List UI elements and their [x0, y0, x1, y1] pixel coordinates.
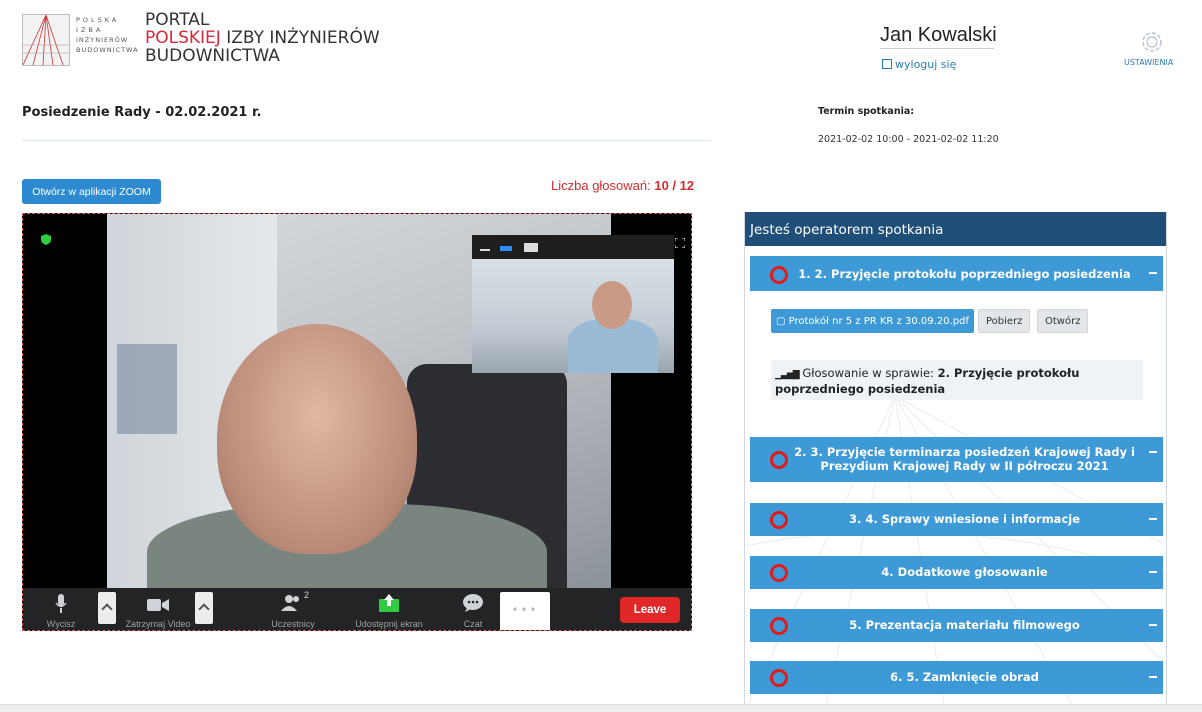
agenda-panel: Jesteś operatorem spotkania 1. 2. Przyję… — [744, 212, 1167, 711]
share-screen-button[interactable]: Udostępnij ekran — [343, 588, 435, 630]
collapse-icon[interactable] — [1149, 676, 1157, 678]
share-screen-icon — [379, 594, 399, 612]
agenda-item-1[interactable]: 1. 2. Przyjęcie protokołu poprzedniego p… — [750, 256, 1163, 291]
user-name: Jan Kowalski — [880, 24, 997, 46]
status-circle-icon — [770, 511, 788, 529]
divider — [22, 140, 711, 141]
logout-link[interactable]: wyloguj się — [882, 58, 956, 71]
user-divider — [880, 48, 994, 49]
camera-icon — [147, 599, 169, 611]
zoom-toolbar: Wycisz Zatrzymaj Video 2 Uczestnicy Udos… — [23, 588, 691, 630]
participants-button[interactable]: 2 Uczestnicy — [259, 588, 327, 630]
agenda-item-3[interactable]: 3. 4. Sprawy wniesione i informacje — [750, 503, 1163, 536]
page-title: Posiedzenie Rady - 02.02.2021 r. — [22, 105, 262, 120]
portal-title: PORTAL POLSKIEJ IZBY INŻYNIERÓW BUDOWNIC… — [145, 10, 380, 66]
settings-link[interactable]: USTAWIENIA — [1124, 58, 1173, 67]
download-button[interactable]: Pobierz — [978, 309, 1031, 333]
open-in-zoom-button[interactable]: Otwórz w aplikacji ZOOM — [22, 179, 161, 204]
fullscreen-icon[interactable] — [674, 233, 686, 249]
status-circle-icon — [770, 669, 788, 687]
agenda-header: Jesteś operatorem spotkania — [745, 212, 1166, 246]
open-button[interactable]: Otwórz — [1037, 309, 1089, 333]
agenda-item-5[interactable]: 5. Prezentacja materiału filmowego — [750, 609, 1163, 642]
speaker-view-icon[interactable] — [500, 246, 512, 251]
status-circle-icon — [770, 617, 788, 635]
zoom-video-area[interactable]: Wycisz Zatrzymaj Video 2 Uczestnicy Udos… — [22, 213, 692, 631]
agenda-item-6[interactable]: 6. 5. Zamknięcie obrad — [750, 661, 1163, 694]
status-circle-icon — [770, 266, 788, 284]
status-circle-icon — [770, 564, 788, 582]
minimize-icon[interactable] — [480, 249, 490, 251]
audio-options-button[interactable] — [98, 592, 116, 624]
stop-video-button[interactable]: Zatrzymaj Video — [115, 588, 201, 630]
logo-mark — [22, 14, 70, 66]
votes-count: Liczba głosowań: 10 / 12 — [551, 178, 695, 193]
logo-text: POLSKA IZBA INŻYNIERÓW BUDOWNICTWA — [76, 16, 139, 54]
leave-button[interactable]: Leave — [620, 597, 680, 623]
collapse-icon[interactable] — [1149, 451, 1157, 453]
status-circle-icon — [770, 451, 788, 469]
meeting-term-label: Termin spotkania: — [818, 106, 915, 117]
pdf-icon: ▢ — [776, 315, 786, 327]
logout-icon — [882, 59, 892, 69]
participants-icon — [281, 595, 299, 611]
self-view-controls — [472, 235, 674, 259]
collapse-icon[interactable] — [1149, 571, 1157, 573]
chat-icon — [463, 594, 483, 612]
vote-box[interactable]: ▁▃▅▇ Głosowanie w sprawie: 2. Przyjęcie … — [771, 360, 1143, 400]
self-view-video[interactable] — [472, 235, 674, 373]
collapse-icon[interactable] — [1149, 518, 1157, 520]
collapse-icon[interactable] — [1149, 272, 1157, 274]
video-options-button[interactable] — [195, 592, 213, 624]
more-options-button[interactable]: ••• — [500, 592, 550, 630]
collapse-icon[interactable] — [1149, 624, 1157, 626]
shield-icon — [41, 230, 51, 245]
gallery-view-icon[interactable] — [524, 243, 538, 252]
protocol-file-link[interactable]: ▢ Protokół nr 5 z PR KR z 30.09.20.pdf — [771, 309, 974, 333]
meeting-term-value: 2021-02-02 10:00 - 2021-02-02 11:20 — [818, 134, 999, 145]
microphone-icon — [55, 594, 67, 613]
gear-icon[interactable] — [1140, 30, 1164, 54]
agenda-item-2[interactable]: 2. 3. Przyjęcie terminarza posiedzeń Kra… — [750, 437, 1163, 482]
bar-chart-icon: ▁▃▅▇ — [775, 370, 800, 380]
agenda-item-4[interactable]: 4. Dodatkowe głosowanie — [750, 556, 1163, 589]
participants-count: 2 — [304, 590, 310, 600]
chat-button[interactable]: Czat — [453, 588, 493, 630]
mute-button[interactable]: Wycisz — [41, 588, 81, 630]
